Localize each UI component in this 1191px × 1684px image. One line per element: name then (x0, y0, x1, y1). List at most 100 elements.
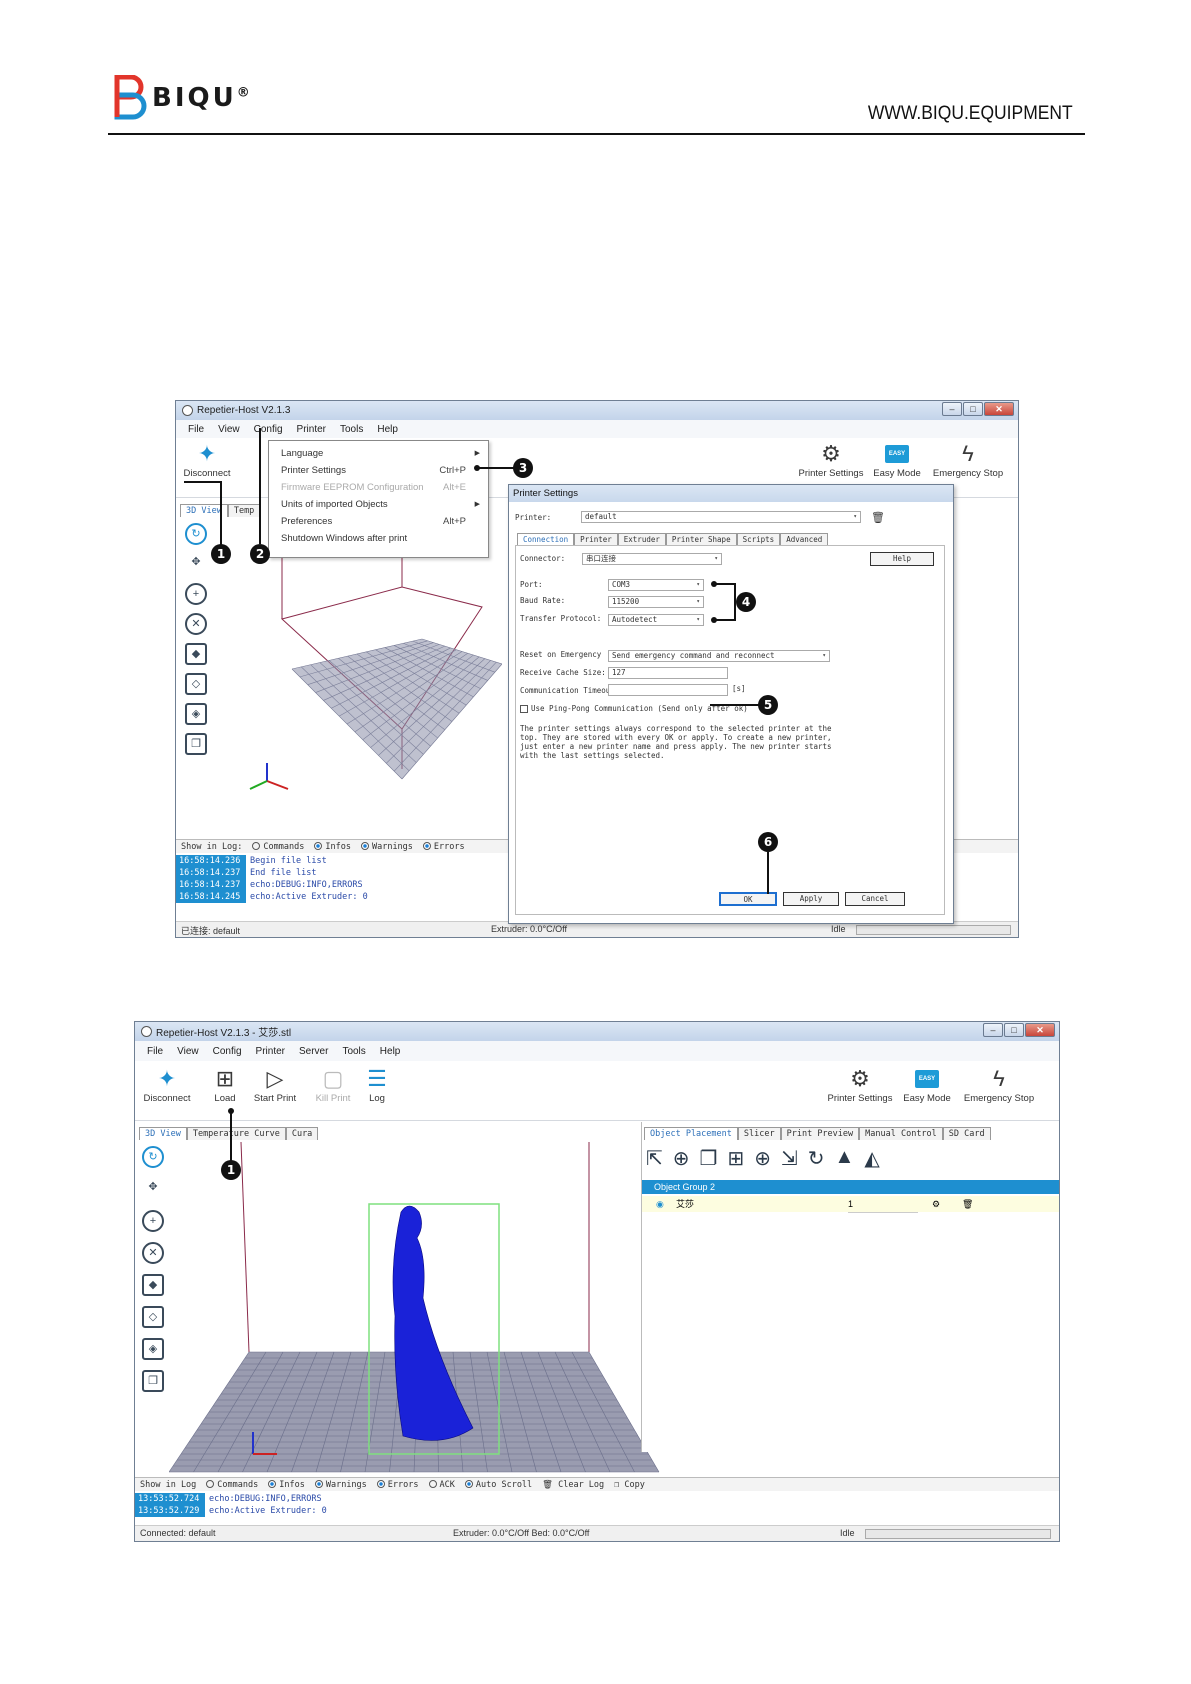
copy-log-button[interactable]: ❐ Copy (614, 1480, 645, 1490)
tab-scripts[interactable]: Scripts (736, 533, 781, 545)
autoposition-icon[interactable]: ⊞ (727, 1146, 744, 1171)
tab-print-preview[interactable]: Print Preview (780, 1127, 860, 1140)
easy-mode-button[interactable]: EASY Easy Mode (899, 1065, 955, 1104)
parallel-view-icon[interactable]: ❐ (185, 733, 207, 755)
reset-select[interactable]: Send emergency command and reconnect ▾ (608, 650, 830, 662)
trash-icon[interactable]: 🗑 (962, 1196, 973, 1212)
tab-manual-control[interactable]: Manual Control (859, 1127, 943, 1140)
object-group-row[interactable]: Object Group 2 (642, 1180, 1059, 1194)
config-menu-item[interactable]: Units of imported Objects ▶ (269, 496, 488, 513)
eye-icon[interactable]: ◉ (656, 1196, 664, 1212)
fit-view-icon[interactable]: ✕ (142, 1242, 164, 1264)
load-button[interactable]: ⊞ Load (207, 1065, 243, 1104)
disconnect-button[interactable]: ✦ Disconnect (139, 1065, 195, 1104)
filter-infos[interactable]: Infos (268, 1480, 305, 1490)
maximize-button[interactable]: □ (963, 402, 983, 416)
cut-object-icon[interactable]: ▲ (835, 1146, 855, 1171)
menu-printer[interactable]: Printer (297, 424, 326, 435)
tab-object-placement[interactable]: Object Placement (644, 1127, 738, 1140)
menu-view[interactable]: View (218, 424, 240, 435)
ok-button[interactable]: OK (719, 892, 777, 906)
maximize-button[interactable]: □ (1004, 1023, 1024, 1037)
emergency-stop-button[interactable]: ϟ Emergency Stop (928, 440, 1008, 479)
log-button[interactable]: ☰ Log (361, 1065, 393, 1104)
menu-view[interactable]: View (177, 1046, 199, 1057)
config-menu-item[interactable]: Preferences Alt+P (269, 513, 488, 530)
menu-config[interactable]: Config (213, 1046, 242, 1057)
start-print-button[interactable]: ▷ Start Print (249, 1065, 301, 1104)
clear-log-button[interactable]: 🗑 Clear Log (542, 1480, 604, 1490)
filter-errors[interactable]: Errors (376, 1480, 419, 1490)
printer-settings-button[interactable]: ⚙ Printer Settings (796, 440, 866, 479)
menu-help[interactable]: Help (380, 1046, 401, 1057)
parallel-view-icon[interactable]: ❐ (142, 1370, 164, 1392)
disconnect-button[interactable]: ✦ Disconnect (182, 440, 232, 479)
cube-top-icon[interactable]: ◇ (142, 1306, 164, 1328)
filter-infos[interactable]: Infos (314, 842, 351, 852)
object-copies[interactable]: 1 (848, 1196, 918, 1213)
zoom-icon[interactable]: + (142, 1210, 164, 1232)
tab-printer[interactable]: Printer (574, 533, 618, 545)
tab-slicer[interactable]: Slicer (737, 1127, 781, 1140)
3d-scene[interactable] (168, 1141, 669, 1474)
menu-server[interactable]: Server (299, 1046, 328, 1057)
rotate-object-icon[interactable]: ↻ (808, 1146, 825, 1171)
close-button[interactable]: ✕ (1025, 1023, 1055, 1037)
rotate-icon[interactable]: ↻ (185, 523, 207, 545)
menu-file[interactable]: File (147, 1046, 163, 1057)
filter-warnings[interactable]: Warnings (360, 842, 413, 852)
tab-extruder[interactable]: Extruder (617, 533, 666, 545)
port-select[interactable]: COM3 ▾ (608, 579, 704, 591)
filter-ack[interactable]: ACK (428, 1480, 455, 1490)
tab-advanced[interactable]: Advanced (780, 533, 829, 545)
auto-scroll-toggle[interactable]: Auto Scroll (464, 1480, 532, 1490)
cube-side-icon[interactable]: ◈ (142, 1338, 164, 1360)
cube-side-icon[interactable]: ◈ (185, 703, 207, 725)
cancel-button[interactable]: Cancel (845, 892, 905, 906)
menu-file[interactable]: File (188, 424, 204, 435)
kill-print-button[interactable]: ▢ Kill Print (311, 1065, 355, 1104)
filter-warnings[interactable]: Warnings (314, 1480, 367, 1490)
cube-front-icon[interactable]: ◆ (142, 1274, 164, 1296)
settings-icon[interactable]: ⚙ (932, 1196, 940, 1212)
config-menu-item[interactable]: Printer Settings Ctrl+P (269, 462, 488, 479)
menu-config[interactable]: Config (254, 424, 283, 435)
timeout-input[interactable] (608, 684, 728, 696)
trash-icon[interactable]: 🗑 (871, 511, 885, 524)
rotate-icon[interactable]: ↻ (142, 1146, 164, 1168)
object-row[interactable]: ◉ 艾莎 1 ⚙ 🗑 (642, 1196, 1059, 1213)
filter-commands[interactable]: Commands (206, 1480, 258, 1490)
tab-sd-card[interactable]: SD Card (942, 1127, 991, 1140)
menu-help[interactable]: Help (377, 424, 398, 435)
menu-tools[interactable]: Tools (342, 1046, 365, 1057)
cache-input[interactable]: 127 (608, 667, 728, 679)
apply-button[interactable]: Apply (783, 892, 839, 906)
config-menu-item[interactable]: Shutdown Windows after print (269, 530, 488, 547)
help-button[interactable]: Help (870, 552, 934, 566)
zoom-icon[interactable]: + (185, 583, 207, 605)
printer-settings-button[interactable]: ⚙ Printer Settings (823, 1065, 897, 1104)
3d-scene[interactable] (212, 518, 503, 819)
tab-3d-view[interactable]: 3D View (139, 1127, 187, 1140)
filter-commands[interactable]: Commands (252, 842, 304, 852)
tab-temp[interactable]: Temp (227, 504, 261, 517)
config-menu-item[interactable]: Language ▶ (269, 445, 488, 462)
copy-object-icon[interactable]: ❐ (700, 1146, 718, 1171)
close-button[interactable]: ✕ (984, 402, 1014, 416)
tab-temperature-curve[interactable]: Temperature Curve (186, 1127, 286, 1140)
emergency-stop-button[interactable]: ϟ Emergency Stop (957, 1065, 1041, 1104)
mirror-object-icon[interactable]: ◭ (864, 1146, 879, 1171)
menu-tools[interactable]: Tools (340, 424, 363, 435)
center-object-icon[interactable]: ⊕ (754, 1146, 771, 1171)
minimize-button[interactable]: – (942, 402, 962, 416)
filter-errors[interactable]: Errors (422, 842, 465, 852)
config-menu-item[interactable]: Firmware EEPROM Configuration Alt+E (269, 479, 488, 496)
minimize-button[interactable]: – (983, 1023, 1003, 1037)
menu-printer[interactable]: Printer (256, 1046, 285, 1057)
baud-select[interactable]: 115200 ▾ (608, 596, 704, 608)
cube-top-icon[interactable]: ◇ (185, 673, 207, 695)
easy-mode-button[interactable]: EASY Easy Mode (870, 440, 924, 479)
tab-connection[interactable]: Connection (517, 533, 575, 545)
tab-printer-shape[interactable]: Printer Shape (665, 533, 737, 545)
add-object-icon[interactable]: ⊕ (673, 1146, 690, 1171)
